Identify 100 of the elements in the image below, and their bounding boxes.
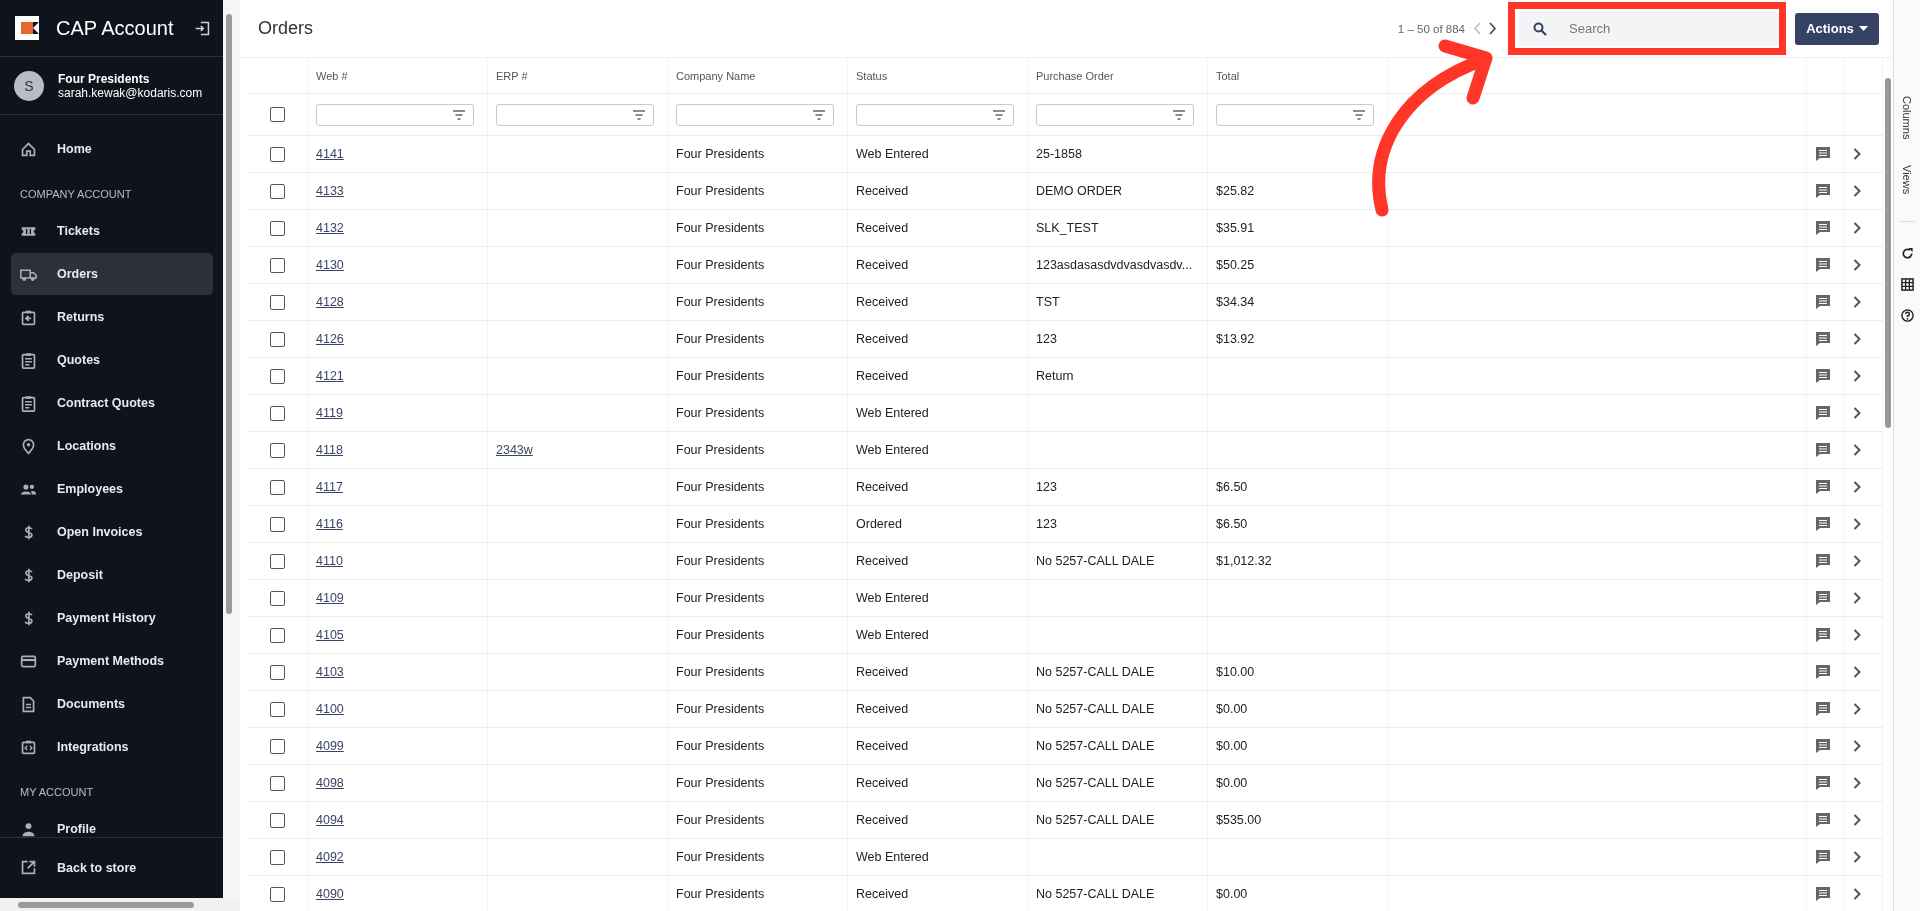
chevron-right-icon[interactable] xyxy=(1853,740,1861,752)
grid-icon[interactable] xyxy=(1900,277,1914,291)
comment-icon[interactable] xyxy=(1815,183,1831,199)
comment-icon[interactable] xyxy=(1815,257,1831,273)
nav-item[interactable]: Contract Quotes xyxy=(11,382,213,424)
nav-item[interactable]: Locations xyxy=(11,425,213,467)
order-link[interactable]: 4116 xyxy=(316,517,343,531)
comment-icon[interactable] xyxy=(1815,886,1831,902)
comment-icon[interactable] xyxy=(1815,220,1831,236)
order-link[interactable]: 4099 xyxy=(316,739,344,753)
checkbox[interactable] xyxy=(270,627,285,643)
checkbox[interactable] xyxy=(270,294,285,310)
order-link[interactable]: 4132 xyxy=(316,221,344,235)
rail-tab[interactable]: Columns xyxy=(1901,96,1913,140)
order-link[interactable]: 4141 xyxy=(316,147,344,161)
horizontal-scrollbar[interactable] xyxy=(0,898,240,911)
chevron-right-icon[interactable] xyxy=(1853,407,1861,419)
filter-field[interactable] xyxy=(1036,103,1194,126)
comment-icon[interactable] xyxy=(1815,146,1831,162)
chevron-right-icon[interactable] xyxy=(1853,888,1861,900)
comment-icon[interactable] xyxy=(1815,553,1831,569)
comment-icon[interactable] xyxy=(1815,738,1831,754)
comment-icon[interactable] xyxy=(1815,331,1831,347)
comment-icon[interactable] xyxy=(1815,590,1831,606)
chevron-right-icon[interactable] xyxy=(1853,592,1861,604)
logout-icon[interactable] xyxy=(194,19,211,37)
nav-item[interactable]: Tickets xyxy=(11,210,213,252)
chevron-right-icon[interactable] xyxy=(1853,851,1861,863)
back-to-store-link[interactable]: Back to store xyxy=(11,846,213,889)
checkbox[interactable] xyxy=(270,553,285,569)
nav-item[interactable]: Deposit xyxy=(11,554,213,596)
refresh-icon[interactable] xyxy=(1900,246,1914,260)
comment-icon[interactable] xyxy=(1815,627,1831,643)
comment-icon[interactable] xyxy=(1815,442,1831,458)
chevron-right-icon[interactable] xyxy=(1853,259,1861,271)
column-header[interactable]: Status xyxy=(856,69,888,82)
search-field[interactable]: Search xyxy=(1519,11,1779,46)
order-link[interactable]: 4109 xyxy=(316,591,344,605)
order-link[interactable]: 4126 xyxy=(316,332,344,346)
nav-item[interactable]: Orders xyxy=(11,253,213,295)
comment-icon[interactable] xyxy=(1815,775,1831,791)
checkbox[interactable] xyxy=(270,479,285,495)
nav-item[interactable]: Documents xyxy=(11,683,213,725)
column-header[interactable]: ERP # xyxy=(496,69,528,82)
filter-field[interactable] xyxy=(496,103,654,126)
filter-icon[interactable] xyxy=(1353,109,1365,120)
filter-icon[interactable] xyxy=(1173,109,1185,120)
checkbox[interactable] xyxy=(270,107,285,122)
checkbox[interactable] xyxy=(270,886,285,902)
comment-icon[interactable] xyxy=(1815,849,1831,865)
comment-icon[interactable] xyxy=(1815,664,1831,680)
chevron-right-icon[interactable] xyxy=(1853,518,1861,530)
checkbox[interactable] xyxy=(270,738,285,754)
order-link[interactable]: 4121 xyxy=(316,369,344,383)
checkbox[interactable] xyxy=(270,812,285,828)
checkbox[interactable] xyxy=(270,701,285,717)
comment-icon[interactable] xyxy=(1815,701,1831,717)
nav-item[interactable]: Employees xyxy=(11,468,213,510)
checkbox[interactable] xyxy=(270,664,285,680)
chevron-right-icon[interactable] xyxy=(1853,777,1861,789)
order-link[interactable]: 4090 xyxy=(316,887,344,901)
order-link[interactable]: 4130 xyxy=(316,258,344,272)
chevron-right-icon[interactable] xyxy=(1853,148,1861,160)
nav-item[interactable]: Payment History xyxy=(11,597,213,639)
checkbox[interactable] xyxy=(270,183,285,199)
checkbox[interactable] xyxy=(270,442,285,458)
filter-field[interactable] xyxy=(1216,103,1374,126)
filter-field[interactable] xyxy=(676,103,834,126)
chevron-right-icon[interactable] xyxy=(1853,629,1861,641)
next-page-icon[interactable] xyxy=(1488,22,1497,35)
order-link[interactable]: 4119 xyxy=(316,406,343,420)
nav-item[interactable]: Integrations xyxy=(11,726,213,768)
chevron-right-icon[interactable] xyxy=(1853,185,1861,197)
checkbox[interactable] xyxy=(270,257,285,273)
filter-field[interactable] xyxy=(856,103,1014,126)
chevron-right-icon[interactable] xyxy=(1853,555,1861,567)
order-link[interactable]: 4092 xyxy=(316,850,344,864)
nav-item[interactable]: Quotes xyxy=(11,339,213,381)
chevron-right-icon[interactable] xyxy=(1853,296,1861,308)
comment-icon[interactable] xyxy=(1815,479,1831,495)
comment-icon[interactable] xyxy=(1815,812,1831,828)
nav-item[interactable]: Payment Methods xyxy=(11,640,213,682)
chevron-right-icon[interactable] xyxy=(1853,703,1861,715)
checkbox[interactable] xyxy=(270,146,285,162)
help-icon[interactable] xyxy=(1900,308,1914,322)
checkbox[interactable] xyxy=(270,368,285,384)
filter-field[interactable] xyxy=(316,103,474,126)
chevron-right-icon[interactable] xyxy=(1853,370,1861,382)
filter-icon[interactable] xyxy=(993,109,1005,120)
column-header[interactable]: Web # xyxy=(316,69,348,82)
rail-tab[interactable]: Views xyxy=(1901,165,1913,195)
order-link[interactable]: 4117 xyxy=(316,480,343,494)
column-header[interactable]: Purchase Order xyxy=(1036,69,1114,82)
checkbox[interactable] xyxy=(270,220,285,236)
comment-icon[interactable] xyxy=(1815,516,1831,532)
order-link[interactable]: 4098 xyxy=(316,776,344,790)
chevron-right-icon[interactable] xyxy=(1853,222,1861,234)
nav-item[interactable]: Returns xyxy=(11,296,213,338)
filter-icon[interactable] xyxy=(453,109,465,120)
order-link[interactable]: 4100 xyxy=(316,702,344,716)
